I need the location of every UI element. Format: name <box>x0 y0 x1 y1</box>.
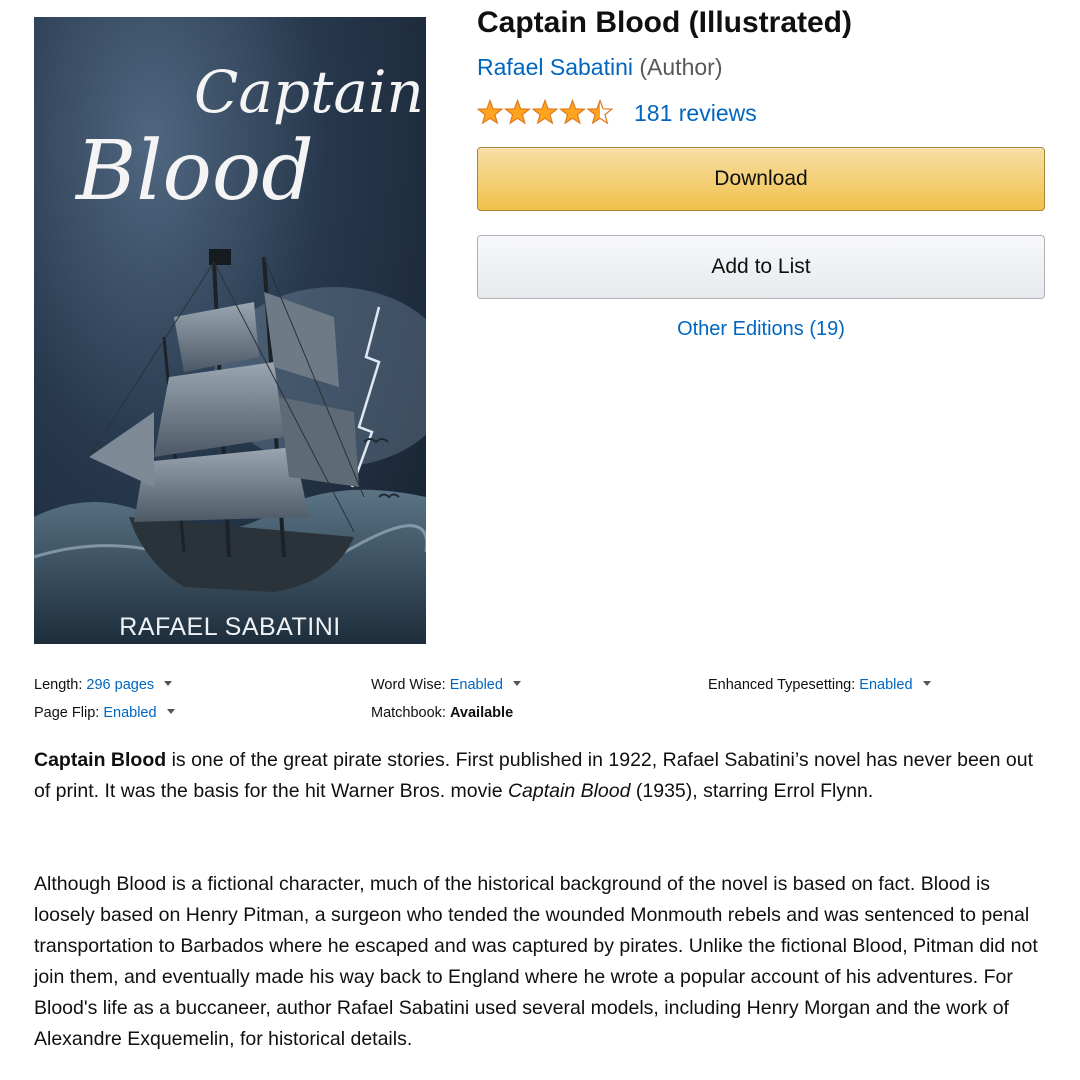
download-button[interactable]: Download <box>477 147 1045 211</box>
author-role: (Author) <box>639 54 723 80</box>
description-text: Although Blood is a fictional character,… <box>34 873 1038 1050</box>
pirate-flag <box>209 249 231 265</box>
reviews-link[interactable]: 181 reviews <box>634 100 757 127</box>
description-book-title: Captain Blood <box>34 749 167 771</box>
page-flip-value[interactable]: Enabled <box>103 705 156 721</box>
cover-title-line2: Blood <box>74 124 314 219</box>
star-rating[interactable] <box>477 98 613 128</box>
byline: Rafael Sabatini (Author) <box>477 54 722 81</box>
author-link[interactable]: Rafael Sabatini <box>477 54 633 80</box>
description-paragraph-2: Although Blood is a fictional character,… <box>34 869 1049 1055</box>
description-movie-title: Captain Blood <box>507 780 631 802</box>
product-title: Captain Blood (Illustrated) <box>477 6 852 39</box>
typesetting-value[interactable]: Enabled <box>859 677 912 693</box>
matchbook-detail: Matchbook: Available <box>371 705 513 721</box>
star-icon <box>477 98 504 125</box>
matchbook-label: Matchbook: <box>371 705 446 721</box>
other-editions-link[interactable]: Other Editions (19) <box>477 318 1045 341</box>
star-icon <box>503 98 532 125</box>
cover-author: RAFAEL SABATINI <box>119 613 341 641</box>
page-flip-label: Page Flip: <box>34 705 100 721</box>
word-wise-detail: Word Wise: Enabled <box>371 677 521 693</box>
length-label: Length: <box>34 677 83 693</box>
length-value[interactable]: 296 pages <box>86 677 154 693</box>
star-icon <box>558 98 587 125</box>
add-to-list-button[interactable]: Add to List <box>477 235 1045 299</box>
add-to-list-button-label: Add to List <box>711 255 811 278</box>
chevron-down-icon[interactable] <box>922 680 931 686</box>
star-icon <box>531 98 559 125</box>
chevron-down-icon[interactable] <box>166 708 175 714</box>
ship-sail <box>134 447 309 522</box>
chevron-down-icon[interactable] <box>164 680 173 686</box>
word-wise-value[interactable]: Enabled <box>450 677 503 693</box>
description-paragraph-1: Captain Blood is one of the great pirate… <box>34 745 1049 807</box>
cover-title-line1: Captain <box>194 58 424 126</box>
cover-art: Captain Blood <box>34 58 426 644</box>
page-flip-detail: Page Flip: Enabled <box>34 705 175 721</box>
typesetting-detail: Enhanced Typesetting: Enabled <box>708 677 931 693</box>
word-wise-label: Word Wise: <box>371 677 446 693</box>
matchbook-value: Available <box>450 705 514 721</box>
description-text: (1935), starring Errol Flynn. <box>630 780 874 802</box>
ship-jib <box>89 412 154 487</box>
download-button-label: Download <box>714 167 808 190</box>
chevron-down-icon[interactable] <box>512 680 521 686</box>
book-cover[interactable]: Captain Blood RAFAEL SABATINI <box>34 17 426 644</box>
typesetting-label: Enhanced Typesetting: <box>708 677 856 693</box>
star-icon <box>586 98 613 125</box>
length-detail: Length: 296 pages <box>34 677 173 693</box>
